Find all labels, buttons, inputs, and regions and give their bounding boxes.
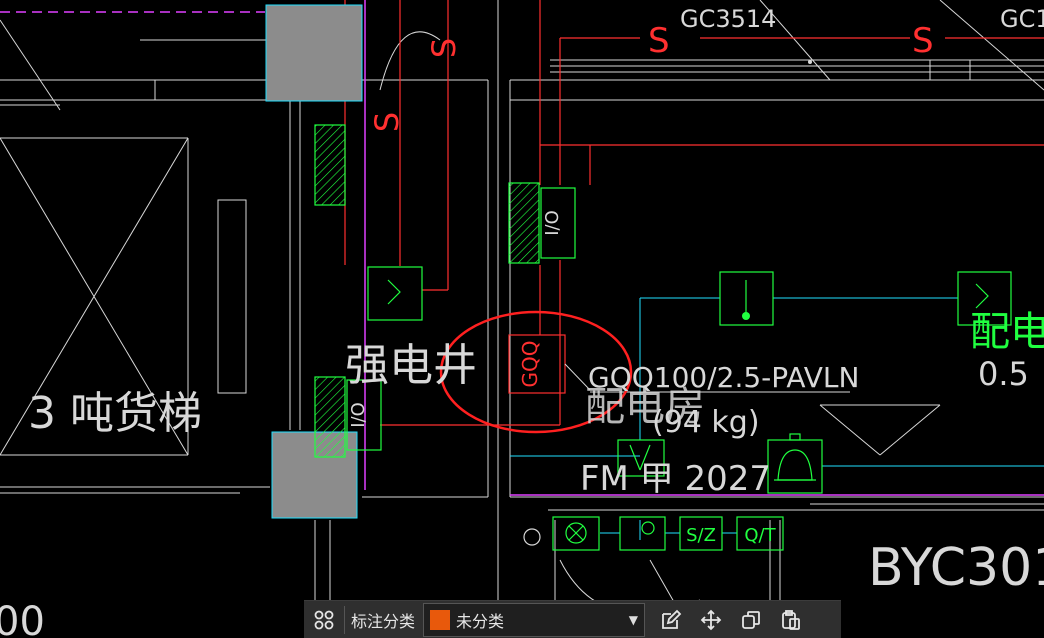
io-label-left: I/O [348, 402, 369, 428]
cad-drawing[interactable]: I/O I/O GQQ S/Z Q/T GC3514 GC1 S S S S 3… [0, 0, 1044, 638]
edit-button[interactable] [651, 601, 691, 638]
freight-lift-label: 3 吨货梯 [28, 388, 202, 439]
right-room-label: 配电 [970, 309, 1044, 355]
cad-canvas[interactable]: I/O I/O GQQ S/Z Q/T GC3514 GC1 S S S S 3… [0, 0, 1044, 638]
copy-icon [742, 610, 760, 629]
annotation-toolbar: 标注分类 未分类 ▼ [304, 600, 841, 638]
gqq-spec-label: GQQ100/2.5-PAVLN [588, 361, 859, 394]
copy-button[interactable] [731, 601, 771, 638]
qt-label: Q/T [744, 525, 776, 546]
paste-button[interactable] [771, 601, 811, 638]
gqq-label: GQQ [518, 341, 542, 388]
alarm-bell-box [767, 439, 823, 494]
right-value-label: 0.5 [978, 355, 1029, 393]
s-mark-3: S [425, 38, 463, 58]
move-button[interactable] [691, 601, 731, 638]
junction-dot [808, 60, 812, 64]
weight-label: (94 kg) [652, 405, 760, 440]
io-label-right: I/O [542, 210, 563, 236]
category-label: 标注分类 [351, 611, 416, 631]
s-mark-4: S [368, 112, 406, 132]
left-bottom-label: 00 [0, 599, 45, 638]
category-select-value: 未分类 [456, 611, 505, 631]
column-block-top [265, 4, 363, 102]
gc-label-left: GC3514 [680, 5, 776, 33]
edit-icon [662, 609, 682, 629]
gc-label-right: GC1 [1000, 5, 1044, 33]
byc-label: BYC3017 [868, 538, 1044, 598]
category-select[interactable]: 未分类 ▼ [423, 602, 646, 637]
paste-icon [782, 609, 800, 630]
move-icon [700, 609, 722, 630]
sz-label: S/Z [686, 525, 716, 546]
grid-icon [314, 610, 334, 629]
category-color-swatch [430, 609, 451, 630]
caret-down-icon: ▼ [628, 612, 639, 627]
fire-door-label: FM 甲 2027 [580, 459, 771, 499]
strong-shaft-label: 强电井 [345, 340, 477, 391]
s-mark-2: S [912, 21, 934, 61]
switch-box-left [367, 266, 423, 321]
s-mark-1: S [648, 21, 670, 61]
grid-button[interactable] [304, 601, 344, 638]
valve-box [619, 516, 666, 551]
switch-dot [742, 312, 750, 320]
